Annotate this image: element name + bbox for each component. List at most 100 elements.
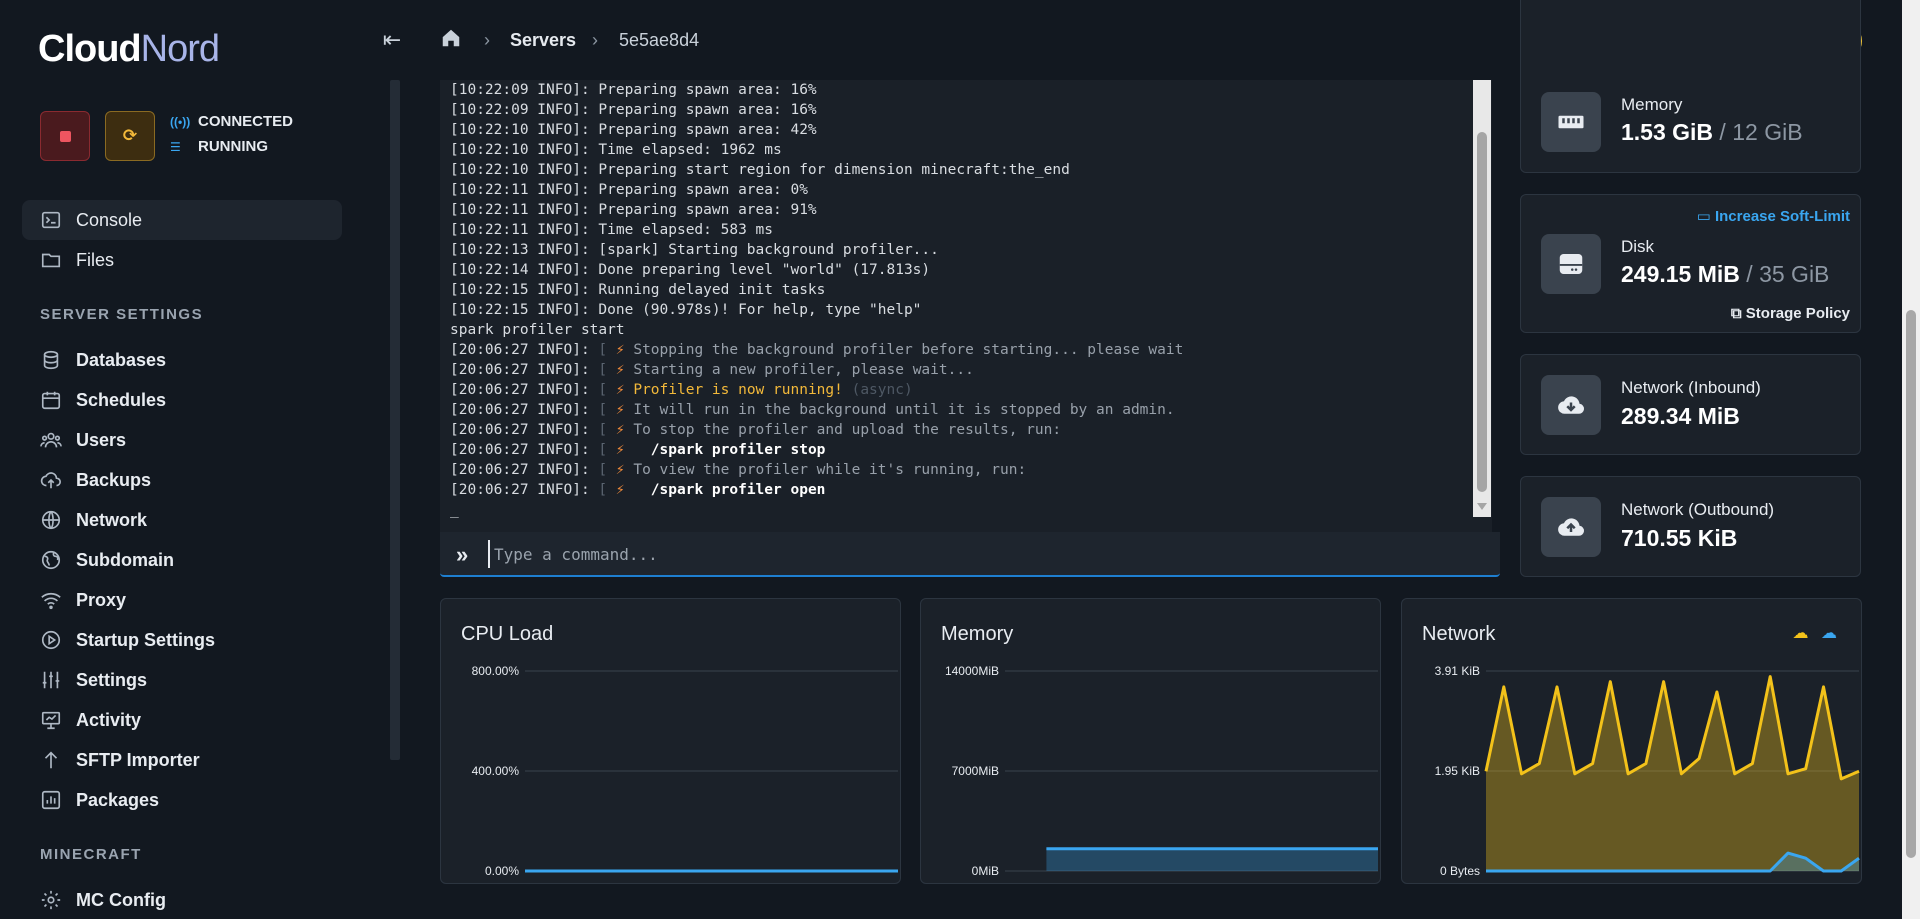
- sidebar-item-proxy[interactable]: Proxy: [22, 580, 342, 620]
- sidebar-item-databases[interactable]: Databases: [22, 340, 342, 380]
- console-line: [10:22:09 INFO]: Preparing spawn area: 1…: [450, 102, 817, 118]
- y-tick-label: 0MiB: [972, 864, 999, 878]
- server-icon: ☰: [170, 140, 181, 154]
- storage-policy-link[interactable]: ⧉ Storage Policy: [1731, 305, 1850, 322]
- network-plot: 3.91 KiB 1.95 KiB 0 Bytes: [1435, 664, 1860, 878]
- sidebar-item-startup-settings[interactable]: Startup Settings: [22, 620, 342, 660]
- console-line: [10:22:14 INFO]: Done preparing level "w…: [450, 262, 931, 278]
- sidebar-item-console[interactable]: Console: [22, 200, 342, 240]
- breadcrumb-servers[interactable]: Servers: [510, 30, 576, 51]
- command-input[interactable]: [488, 540, 1448, 568]
- console-line: [10:22:11 INFO]: Preparing spawn area: 0…: [450, 182, 808, 198]
- y-tick-label: 0.00%: [485, 864, 519, 878]
- cpu-load-plot: 800.00% 400.00% 0.00%: [472, 664, 898, 878]
- logo-text-cloud: Cloud: [38, 28, 142, 70]
- cloud-upload-icon: [1541, 497, 1601, 557]
- sidebar-item-label: Schedules: [76, 389, 167, 410]
- chart-box-icon: [40, 789, 62, 811]
- sidebar-item-sftp-importer[interactable]: SFTP Importer: [22, 740, 342, 780]
- y-tick-label: 7000MiB: [952, 764, 999, 778]
- database-icon: [40, 349, 62, 371]
- calendar-icon: [40, 389, 62, 411]
- server-settings-heading: SERVER SETTINGS: [40, 306, 204, 323]
- sidebar-item-users[interactable]: Users: [22, 420, 342, 460]
- sidebar-item-label: Users: [76, 429, 127, 450]
- sidebar-item-files[interactable]: Files: [22, 240, 342, 280]
- restart-server-button[interactable]: ⟳: [105, 111, 155, 161]
- sidebar-item-label: Activity: [76, 709, 142, 730]
- collapse-sidebar-icon[interactable]: ⇤: [380, 28, 404, 52]
- series-area: [1046, 848, 1378, 871]
- sidebar-item-label: Subdomain: [76, 549, 174, 570]
- connection-status: ((•)) CONNECTED: [170, 113, 293, 130]
- cloud-download-icon: [1541, 375, 1601, 435]
- sidebar-item-label: Console: [76, 209, 143, 230]
- memory-chip-icon: [1541, 92, 1601, 152]
- sidebar-item-label: Startup Settings: [76, 629, 216, 650]
- sidebar-item-label: Packages: [76, 789, 160, 810]
- increase-soft-limit-link[interactable]: ▭ Increase Soft-Limit: [1697, 207, 1850, 225]
- wifi-icon: [40, 589, 62, 611]
- cloud-upload-icon: [40, 469, 62, 491]
- sidebar-item-settings[interactable]: Settings: [22, 660, 342, 700]
- y-tick-label: 3.91 KiB: [1435, 664, 1480, 678]
- y-tick-label: 0 Bytes: [1440, 864, 1480, 878]
- sidebar-item-label: Files: [76, 249, 115, 270]
- network-outbound-label: Network (Outbound): [1621, 500, 1775, 519]
- minecraft-heading: MINECRAFT: [40, 846, 142, 863]
- disk-used: 249.15 MiB: [1621, 261, 1740, 287]
- page-scrollbar[interactable]: [1902, 0, 1920, 919]
- network-outbound-card: Network (Outbound) 710.55 KiB: [1520, 476, 1861, 577]
- console-spark-line: [20:06:27 INFO]: [ ⚡ Profiler is now run…: [450, 382, 913, 398]
- sliders-icon: [40, 669, 62, 691]
- console-output[interactable]: [10:22:09 INFO]: Preparing spawn area: 1…: [440, 80, 1492, 532]
- y-tick-label: 400.00%: [472, 764, 520, 778]
- memory-chart: Memory 14000MiB 7000MiB 0MiB: [920, 598, 1381, 884]
- sidebar-item-network[interactable]: Network: [22, 500, 342, 540]
- stop-server-button[interactable]: [40, 111, 90, 161]
- home-icon[interactable]: [440, 27, 462, 49]
- sidebar-item-label: Settings: [76, 669, 148, 690]
- top-bar: [430, 0, 1490, 80]
- logo-text-nord: Nord: [140, 28, 220, 70]
- cloudnord-logo[interactable]: CloudNord: [38, 28, 220, 71]
- cpu-load-chart: CPU Load 800.00% 400.00% 0.00%: [440, 598, 901, 884]
- terminal-icon: [40, 209, 62, 231]
- page-scrollbar-thumb[interactable]: [1906, 310, 1916, 858]
- console-line: [10:22:10 INFO]: Time elapsed: 1962 ms: [450, 142, 782, 158]
- console-spark-line: [20:06:27 INFO]: [ ⚡ It will run in the …: [450, 402, 1175, 418]
- console-line: [10:22:09 INFO]: Preparing spawn area: 1…: [450, 82, 817, 98]
- sidebar-scrollbar[interactable]: [390, 80, 400, 760]
- sidebar-item-subdomain[interactable]: Subdomain: [22, 540, 342, 580]
- sidebar-item-backups[interactable]: Backups: [22, 460, 342, 500]
- memory-used: 1.53 GiB: [1621, 119, 1714, 145]
- sidebar-item-activity[interactable]: Activity: [22, 700, 342, 740]
- increase-soft-limit-label: Increase Soft-Limit: [1714, 208, 1850, 225]
- network-inbound-label: Network (Inbound): [1621, 378, 1761, 397]
- console-line: [10:22:10 INFO]: Preparing spawn area: 4…: [450, 122, 817, 138]
- console-spark-line: [20:06:27 INFO]: [ ⚡ /spark profiler sto…: [450, 442, 826, 458]
- network-inbound-value: 289.34 MiB: [1621, 403, 1740, 429]
- server-state: ☰ RUNNING: [170, 138, 268, 155]
- network-outbound-value: 710.55 KiB: [1621, 525, 1738, 551]
- disk-label: Disk: [1621, 237, 1655, 256]
- series-area: [1486, 676, 1859, 871]
- sidebar-item-packages[interactable]: Packages: [22, 780, 342, 820]
- sidebar-item-label: Network: [76, 509, 148, 530]
- console-line: [10:22:10 INFO]: Preparing start region …: [450, 162, 1070, 178]
- storage-policy-label: Storage Policy: [1745, 305, 1850, 322]
- console-scrollbar-thumb[interactable]: [1477, 132, 1487, 492]
- console-line: spark profiler start: [450, 322, 625, 338]
- breadcrumb-server-id: 5e5ae8d4: [619, 30, 700, 50]
- sidebar-item-label: Databases: [76, 349, 167, 370]
- memory-label: Memory: [1621, 95, 1683, 114]
- folder-icon: [40, 249, 62, 271]
- console-scrollbar[interactable]: [1473, 80, 1491, 517]
- command-bar: »: [440, 532, 1500, 577]
- sidebar-item-label: Backups: [76, 469, 152, 490]
- console-line: [10:22:15 INFO]: Done (90.978s)! For hel…: [450, 302, 922, 318]
- sidebar-item-mc-config[interactable]: MC Config: [22, 880, 342, 919]
- scroll-down-arrow-icon[interactable]: [1477, 503, 1487, 510]
- sidebar-item-schedules[interactable]: Schedules: [22, 380, 342, 420]
- sidebar-item-label: Proxy: [76, 589, 127, 610]
